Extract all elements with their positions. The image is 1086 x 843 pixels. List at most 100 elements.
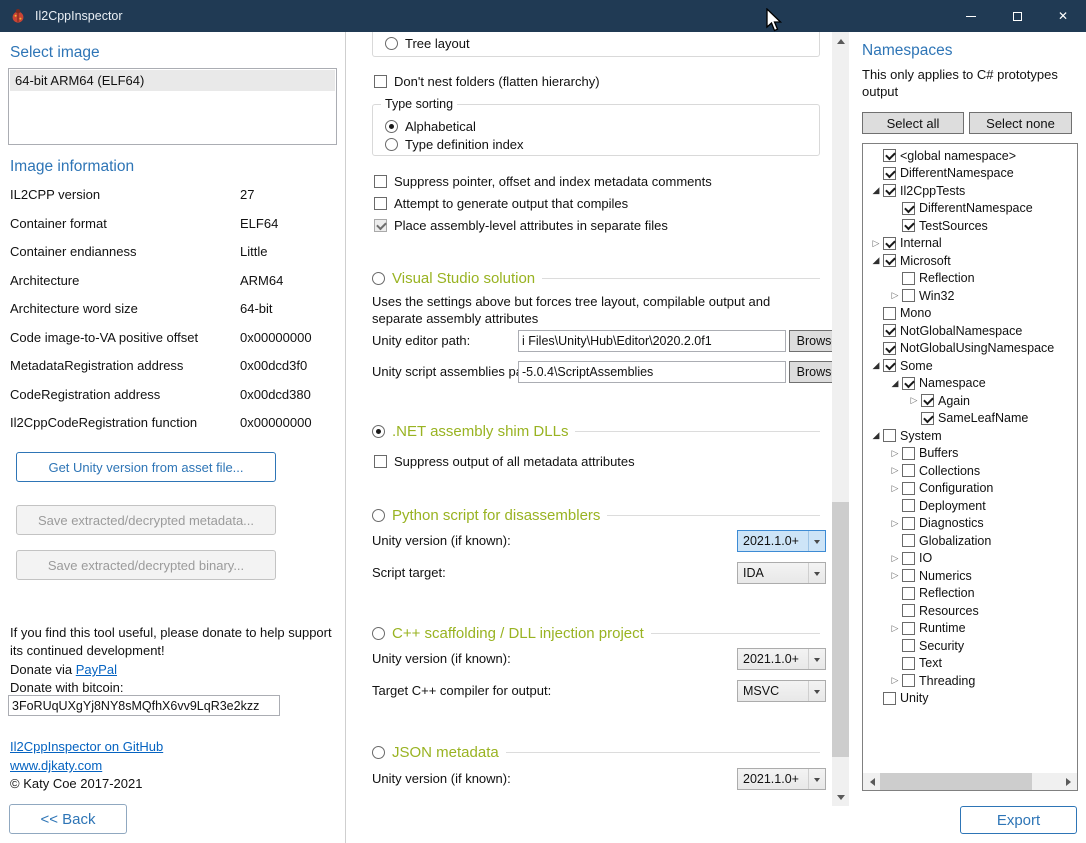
output-option[interactable]: Place assembly-level attributes in separ…	[374, 214, 820, 236]
tree-item[interactable]: NotGlobalUsingNamespace	[863, 340, 1077, 358]
namespace-checkbox[interactable]	[902, 569, 915, 582]
namespace-checkbox[interactable]	[921, 394, 934, 407]
save-binary-button[interactable]: Save extracted/decrypted binary...	[16, 550, 276, 580]
chevron-down-icon[interactable]	[808, 681, 825, 701]
sort-index-option[interactable]: Type definition index	[385, 136, 524, 152]
output-option[interactable]: Attempt to generate output that compiles	[374, 192, 820, 214]
visual-studio-radio[interactable]	[372, 272, 385, 285]
tree-item[interactable]: Reflection	[863, 585, 1077, 603]
middle-scrollbar[interactable]	[832, 32, 849, 806]
close-button[interactable]: ✕	[1040, 0, 1086, 32]
website-link[interactable]: www.djkaty.com	[10, 757, 102, 775]
namespace-checkbox[interactable]	[902, 587, 915, 600]
namespace-checkbox[interactable]	[883, 692, 896, 705]
collapse-icon[interactable]: ◢	[869, 427, 883, 445]
script-target-combo[interactable]: IDA	[737, 562, 826, 584]
namespace-checkbox[interactable]	[883, 307, 896, 320]
tree-item[interactable]: DifferentNamespace	[863, 200, 1077, 218]
expand-icon[interactable]: ▷	[907, 392, 921, 410]
select-none-button[interactable]: Select none	[969, 112, 1072, 134]
tree-item[interactable]: ◢Microsoft	[863, 252, 1077, 270]
minimize-button[interactable]	[948, 0, 994, 32]
namespace-checkbox[interactable]	[883, 359, 896, 372]
tree-item[interactable]: ▷Buffers	[863, 445, 1077, 463]
namespace-checkbox[interactable]	[883, 342, 896, 355]
namespace-checkbox[interactable]	[902, 552, 915, 565]
expand-icon[interactable]: ▷	[888, 480, 902, 498]
scroll-left-button[interactable]	[863, 773, 880, 790]
flatten-option[interactable]: Don't nest folders (flatten hierarchy)	[374, 73, 600, 89]
namespace-checkbox[interactable]	[902, 499, 915, 512]
tree-item[interactable]: Globalization	[863, 532, 1077, 550]
cpp-unity-version-combo[interactable]: 2021.1.0+	[737, 648, 826, 670]
namespace-checkbox[interactable]	[902, 482, 915, 495]
tree-item[interactable]: ◢System	[863, 427, 1077, 445]
tree-item[interactable]: NotGlobalNamespace	[863, 322, 1077, 340]
tree-item[interactable]: ▷Threading	[863, 672, 1077, 690]
tree-item[interactable]: Security	[863, 637, 1077, 655]
export-button[interactable]: Export	[960, 806, 1077, 834]
python-unity-version-combo[interactable]: 2021.1.0+	[737, 530, 826, 552]
expand-icon[interactable]: ▷	[888, 515, 902, 533]
tree-scrollbar-thumb[interactable]	[880, 773, 1032, 790]
namespace-checkbox[interactable]	[883, 184, 896, 197]
cpp-scaffolding-radio[interactable]	[372, 627, 385, 640]
namespace-checkbox[interactable]	[883, 324, 896, 337]
tree-item[interactable]: TestSources	[863, 217, 1077, 235]
shim-dlls-radio[interactable]	[372, 425, 385, 438]
tree-item[interactable]: DifferentNamespace	[863, 165, 1077, 183]
flatten-checkbox[interactable]	[374, 75, 387, 88]
tree-item[interactable]: Resources	[863, 602, 1077, 620]
suppress-metadata-option[interactable]: Suppress output of all metadata attribut…	[374, 453, 635, 469]
expand-icon[interactable]: ▷	[888, 287, 902, 305]
collapse-icon[interactable]: ◢	[869, 182, 883, 200]
tree-item[interactable]: ◢Namespace	[863, 375, 1077, 393]
namespace-checkbox[interactable]	[902, 464, 915, 477]
tree-item[interactable]: ▷Configuration	[863, 480, 1077, 498]
tree-item[interactable]: <global namespace>	[863, 147, 1077, 165]
collapse-icon[interactable]: ◢	[888, 375, 902, 393]
suppress-metadata-checkbox[interactable]	[374, 455, 387, 468]
tree-item[interactable]: ▷Again	[863, 392, 1077, 410]
scroll-right-button[interactable]	[1060, 773, 1077, 790]
tree-item[interactable]: Deployment	[863, 497, 1077, 515]
cpp-compiler-combo[interactable]: MSVC	[737, 680, 826, 702]
image-list-item[interactable]: 64-bit ARM64 (ELF64)	[10, 70, 335, 91]
scroll-down-button[interactable]	[832, 789, 849, 806]
namespace-checkbox[interactable]	[921, 412, 934, 425]
namespace-checkbox[interactable]	[902, 622, 915, 635]
json-unity-version-combo[interactable]: 2021.1.0+	[737, 768, 826, 790]
chevron-down-icon[interactable]	[808, 563, 825, 583]
namespace-checkbox[interactable]	[902, 377, 915, 390]
paypal-link[interactable]: PayPal	[76, 661, 117, 679]
namespace-checkbox[interactable]	[902, 604, 915, 617]
tree-item[interactable]: Reflection	[863, 270, 1077, 288]
expand-icon[interactable]: ▷	[888, 445, 902, 463]
tree-horizontal-scrollbar[interactable]	[863, 773, 1077, 790]
namespace-checkbox[interactable]	[902, 657, 915, 670]
scroll-up-button[interactable]	[832, 32, 849, 49]
chevron-down-icon[interactable]	[808, 531, 825, 551]
expand-icon[interactable]: ▷	[869, 235, 883, 253]
titlebar[interactable]: Il2CppInspector ✕	[0, 0, 1086, 32]
tree-item[interactable]: ▷Internal	[863, 235, 1077, 253]
tree-layout-radio[interactable]	[385, 37, 398, 50]
output-option[interactable]: Suppress pointer, offset and index metad…	[374, 170, 820, 192]
tree-item[interactable]: ▷Runtime	[863, 620, 1077, 638]
get-unity-version-button[interactable]: Get Unity version from asset file...	[16, 452, 276, 482]
namespace-checkbox[interactable]	[902, 202, 915, 215]
tree-item[interactable]: ▷Diagnostics	[863, 515, 1077, 533]
maximize-button[interactable]	[994, 0, 1040, 32]
chevron-down-icon[interactable]	[808, 649, 825, 669]
unity-editor-path-input[interactable]	[518, 330, 786, 352]
scrollbar-thumb[interactable]	[832, 502, 849, 757]
namespace-checkbox[interactable]	[883, 237, 896, 250]
namespace-checkbox[interactable]	[883, 167, 896, 180]
collapse-icon[interactable]: ◢	[869, 357, 883, 375]
namespace-checkbox[interactable]	[883, 149, 896, 162]
namespace-checkbox[interactable]	[902, 219, 915, 232]
tree-item[interactable]: SameLeafName	[863, 410, 1077, 428]
save-metadata-button[interactable]: Save extracted/decrypted metadata...	[16, 505, 276, 535]
bitcoin-address-input[interactable]	[8, 695, 280, 716]
tree-item[interactable]: ◢Some	[863, 357, 1077, 375]
